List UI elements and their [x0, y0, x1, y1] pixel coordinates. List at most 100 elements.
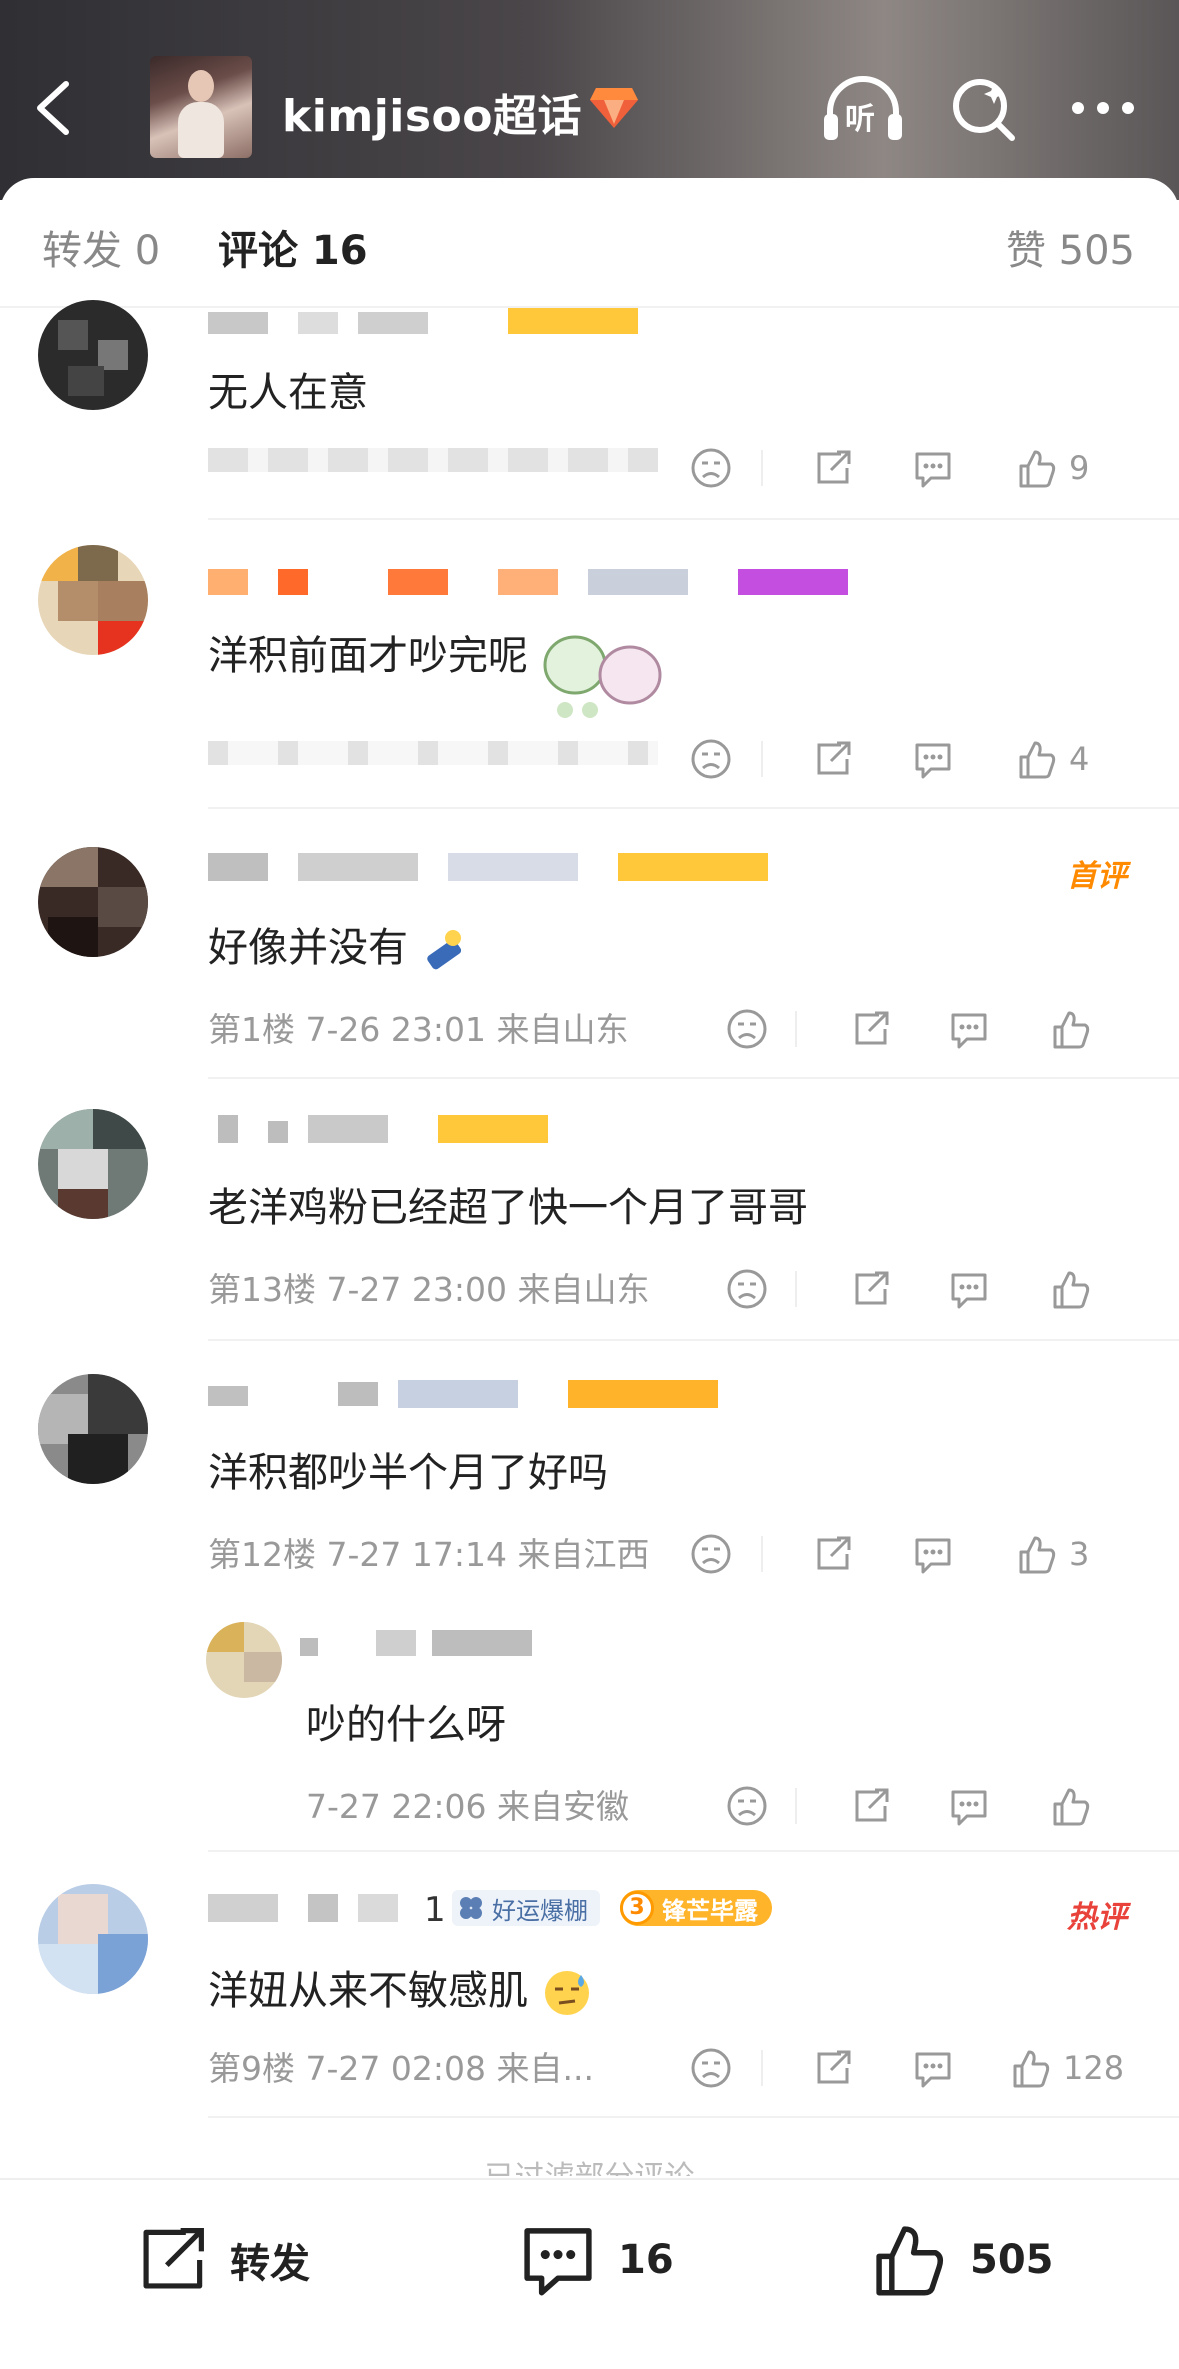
comment-text: 洋积都吵半个月了好吗 — [208, 1450, 608, 1496]
like-button[interactable]: 3 — [1015, 1526, 1089, 1582]
comment-meta: 第12楼 7-27 17:14 来自江西 — [208, 1535, 650, 1574]
reply-button[interactable] — [911, 440, 955, 496]
avatar[interactable] — [38, 1374, 148, 1484]
thumbs-up-icon — [1053, 1788, 1090, 1826]
comment-text: 洋妞从来不敏感肌 — [208, 1958, 593, 2019]
username-pixelated[interactable] — [208, 1376, 718, 1410]
bottom-comment-button[interactable]: 16 — [518, 2220, 674, 2300]
fan-rank-label: 锋芒毕露 — [662, 1896, 758, 1925]
comment-actions: 128 — [689, 2040, 1139, 2096]
dislike-button[interactable] — [725, 1261, 769, 1317]
dislike-button[interactable] — [689, 2040, 733, 2096]
reply-button[interactable] — [947, 1261, 991, 1317]
repost-button[interactable] — [811, 731, 855, 787]
share-icon — [855, 1011, 889, 1045]
like-count: 3 — [1069, 1535, 1090, 1573]
reply-button[interactable] — [947, 1778, 991, 1834]
sad-face-icon — [727, 1786, 767, 1826]
avatar[interactable] — [38, 847, 148, 957]
comment-text: 老洋鸡粉已经超了快一个月了哥哥 — [208, 1185, 808, 1231]
comment-item: 老洋鸡粉已经超了快一个月了哥哥 第13楼 7-27 23:00 来自山东 — [0, 1105, 1179, 1355]
page-title[interactable]: kimjisoo超话 — [282, 80, 582, 144]
comment-item: 1 好运爆棚 3 锋芒毕露 热评 洋妞从来不敏感肌 第9楼 7-27 02:08… — [0, 1880, 1179, 2130]
bottom-like-button[interactable]: 505 — [870, 2220, 1054, 2300]
tab-likes[interactable]: 赞 505 — [1006, 218, 1135, 276]
avatar[interactable] — [38, 1109, 148, 1219]
username-pixelated[interactable] — [208, 849, 768, 883]
thumbs-up-icon — [1019, 741, 1056, 779]
reply-button[interactable] — [911, 1526, 955, 1582]
lucky-badge-label: 好运爆棚 — [492, 1896, 588, 1925]
like-button[interactable] — [1049, 1778, 1093, 1834]
back-icon[interactable] — [30, 78, 76, 138]
avatar[interactable] — [38, 1884, 148, 1994]
dislike-button[interactable] — [689, 440, 733, 496]
sad-face-icon — [691, 1534, 731, 1574]
tab-repost[interactable]: 转发 0 — [42, 218, 160, 276]
comment-count: 16 — [618, 2237, 674, 2283]
hot-comment-tag: 热评 — [1067, 1900, 1127, 1935]
like-button[interactable]: 128 — [1009, 2040, 1124, 2096]
avatar[interactable] — [38, 545, 148, 655]
reply-meta: 7-27 22:06 来自安徽 — [306, 1787, 629, 1826]
like-button[interactable]: 4 — [1015, 731, 1089, 787]
sad-face-icon — [691, 448, 731, 488]
reply-username-pixelated[interactable] — [300, 1626, 550, 1660]
filtered-notice[interactable]: 已过滤部分评论 — [0, 2152, 1179, 2176]
comment-meta — [208, 442, 658, 476]
listen-button[interactable]: 听 — [822, 74, 904, 144]
divider — [208, 1850, 1179, 1852]
share-icon — [855, 1788, 889, 1822]
like-count: 9 — [1069, 449, 1090, 487]
tab-comment[interactable]: 评论 16 — [218, 218, 368, 276]
dislike-button[interactable] — [689, 1526, 733, 1582]
dislike-button[interactable] — [725, 1001, 769, 1057]
dislike-button[interactable] — [725, 1778, 769, 1834]
comment-actions: 4 — [689, 731, 1139, 787]
comment-meta: 第1楼 7-26 23:01 来自山东 — [208, 1010, 629, 1049]
comment-icon — [915, 743, 951, 779]
diamond-badge-icon — [590, 88, 638, 128]
reply-text: 吵的什么呀 — [306, 1702, 506, 1748]
username-pixelated[interactable] — [208, 1111, 548, 1145]
comment-icon — [951, 1013, 987, 1049]
comment-icon — [915, 452, 951, 488]
search-icon[interactable] — [950, 76, 1018, 144]
share-icon — [855, 1271, 889, 1305]
top-header: kimjisoo超话 听 — [0, 0, 1179, 200]
username-pixelated[interactable] — [208, 1890, 408, 1924]
bottom-repost-button[interactable]: 转发 — [134, 2220, 310, 2300]
comment-icon — [524, 2228, 592, 2296]
comment-item: 洋积前面才吵完呢 4 — [0, 545, 1179, 809]
comment-meta: 第13楼 7-27 23:00 来自山东 — [208, 1270, 650, 1309]
reply-button[interactable] — [911, 731, 955, 787]
comment-icon — [915, 2052, 951, 2088]
username-pixelated[interactable] — [208, 565, 848, 599]
like-button[interactable] — [1049, 1261, 1093, 1317]
repost-button[interactable] — [849, 1001, 893, 1057]
repost-button[interactable] — [811, 440, 855, 496]
avatar[interactable] — [38, 300, 148, 410]
fan-rank-level: 3 — [620, 1891, 654, 1925]
divider — [208, 1077, 1179, 1079]
thumbs-up-icon — [1053, 1011, 1090, 1049]
repost-button[interactable] — [849, 1778, 893, 1834]
repost-button[interactable] — [849, 1261, 893, 1317]
dislike-button[interactable] — [689, 731, 733, 787]
supertopic-avatar[interactable] — [150, 56, 252, 158]
more-icon[interactable] — [1068, 96, 1138, 120]
username-pixelated[interactable] — [208, 304, 648, 338]
comment-text: 无人在意 — [208, 370, 368, 416]
like-button[interactable]: 9 — [1015, 440, 1089, 496]
sad-face-icon — [691, 2048, 731, 2088]
repost-button[interactable] — [811, 1526, 855, 1582]
reply-button[interactable] — [947, 1001, 991, 1057]
reply-button[interactable] — [911, 2040, 955, 2096]
comment-item: 无人在意 9 — [0, 290, 1179, 540]
repost-button[interactable] — [811, 2040, 855, 2096]
sweat-emoji-icon — [544, 1971, 589, 2015]
reply-avatar[interactable] — [206, 1622, 282, 1698]
share-icon — [817, 1536, 851, 1570]
like-button[interactable] — [1049, 1001, 1093, 1057]
comment-actions — [689, 1261, 1139, 1317]
